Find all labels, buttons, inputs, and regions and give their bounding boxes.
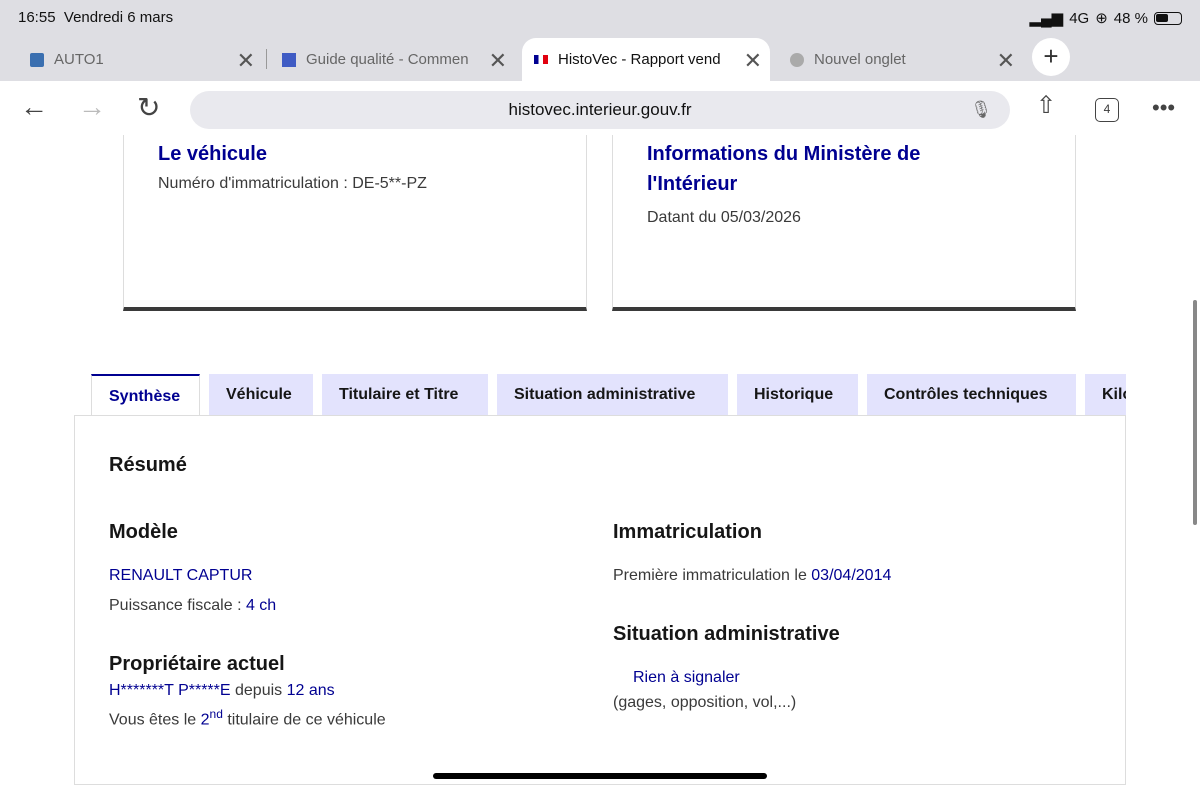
tab-titulaire[interactable]: Titulaire et Titre [322,374,488,415]
browser-tab[interactable]: Nouvel onglet ✕ [778,38,1023,81]
tab-controles[interactable]: Contrôles techniques [867,374,1076,415]
owner-info: H*******T P*****E depuis 12 ans [109,682,335,699]
globe-icon [790,52,804,67]
registration-heading: Immatriculation [613,521,762,543]
tab-title: AUTO1 [54,51,104,68]
tab-historique[interactable]: Historique [737,374,858,415]
status-time: 16:55 Vendredi 6 mars [18,9,174,26]
card-title: Le véhicule [158,143,267,165]
scrollbar[interactable] [1193,300,1197,525]
owner-rank: Vous êtes le 2nd titulaire de ce véhicul… [109,707,386,729]
tab-kilometrage[interactable]: Kilométrage [1085,374,1126,415]
signal-icon: ▂▄▆ [1029,10,1064,27]
divider [266,49,267,69]
tab-count-button[interactable]: 4 [1095,98,1119,122]
back-icon[interactable]: ← [20,91,48,123]
auto1-favicon [30,52,44,67]
synthese-panel: Résumé Modèle RENAULT CAPTUR Puissance f… [74,415,1126,785]
situation-heading: Situation administrative [613,623,840,645]
status-bar: 16:55 Vendredi 6 mars ▂▄▆ 4G ⊕ 48 % [0,0,1200,35]
url-text: histovec.interieur.gouv.fr [508,100,692,119]
browser-tab[interactable]: AUTO1 ✕ [18,38,263,81]
flag-favicon [534,55,548,64]
tab-situation[interactable]: Situation administrative [497,374,728,415]
battery-level: 48 % [1113,9,1148,27]
tab-title: Guide qualité - Commen [306,51,469,68]
situation-status: Rien à signaler [633,669,740,686]
close-icon[interactable]: ✕ [744,48,762,74]
address-bar[interactable]: histovec.interieur.gouv.fr 🎙 [190,91,1010,129]
close-icon[interactable]: ✕ [237,48,255,74]
close-icon[interactable]: ✕ [997,48,1015,74]
model-heading: Modèle [109,521,178,543]
lock-rotation-icon: ⊕ [1095,10,1108,27]
browser-tab[interactable]: Guide qualité - Commen ✕ [270,38,515,81]
battery-icon [1154,11,1182,25]
close-icon[interactable]: ✕ [489,48,507,74]
network: 4G [1069,9,1090,27]
forward-icon[interactable]: → [78,91,106,123]
navigation-bar: ← → ↻ histovec.interieur.gouv.fr 🎙 ⇧ 4 ••… [0,81,1200,138]
model-name: RENAULT CAPTUR [109,567,253,584]
situation-detail: (gages, opposition, vol,...) [613,694,797,711]
plate-number: Numéro d'immatriculation : DE-5**-PZ [158,175,427,192]
tab-vehicule[interactable]: Véhicule [209,374,313,415]
fiscal-power: Puissance fiscale : 4 ch [109,597,277,614]
guide-favicon [282,52,296,67]
vehicle-card: Le véhicule Numéro d'immatriculation : D… [123,135,587,311]
data-date: Datant du 05/03/2026 [647,209,801,226]
first-registration: Première immatriculation le 03/04/2014 [613,567,892,584]
ministry-card: Informations du Ministère de l'Intérieur… [612,135,1076,311]
owner-heading: Propriétaire actuel [109,653,285,675]
more-icon[interactable]: ••• [1152,95,1175,121]
microphone-icon[interactable]: 🎙 [970,91,992,129]
card-title: Informations du Ministère de l'Intérieur [647,143,921,195]
summary-title: Résumé [109,454,187,476]
tab-synthese[interactable]: Synthèse [91,374,200,416]
tab-title: HistoVec - Rapport vend [558,51,721,68]
tab-title: Nouvel onglet [814,51,906,68]
reload-icon[interactable]: ↻ [137,91,160,124]
new-tab-button[interactable]: + [1032,38,1070,76]
share-icon[interactable]: ⇧ [1036,91,1056,120]
browser-tab-strip: AUTO1 ✕ Guide qualité - Commen ✕ HistoVec … [0,35,1200,81]
home-indicator[interactable] [433,773,767,779]
browser-tab-active[interactable]: HistoVec - Rapport vend ✕ [522,38,770,81]
